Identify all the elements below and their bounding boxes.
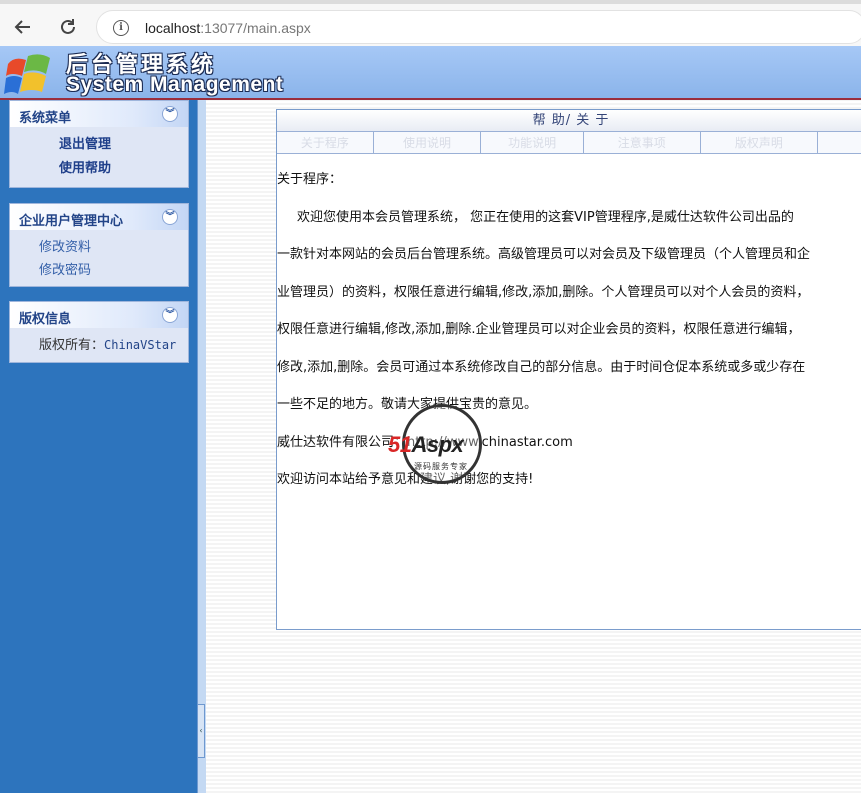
paragraph-line: 修改,添加,删除。会员可通过本系统修改自己的部分信息。由于时间仓促本系统或多或少…: [277, 359, 806, 375]
reload-icon[interactable]: [55, 14, 81, 40]
tab-extra[interactable]: [818, 132, 861, 154]
thanks-line: 欢迎访问本站给予意见和建议,谢谢您的支持!: [277, 472, 534, 487]
box-title: 帮 助/ 关 于: [277, 110, 861, 132]
app-header: 后台管理系统 System Management: [0, 46, 861, 100]
main-content: 帮 助/ 关 于 关于程序 使用说明 功能说明 注意事项 版权声明 关于程序： …: [206, 100, 861, 793]
panel-header[interactable]: 企业用户管理中心 ︾: [10, 204, 188, 230]
windows-logo-icon: [2, 46, 62, 100]
collapse-chevron-icon[interactable]: ︾: [162, 209, 178, 225]
app-title-en: System Management: [66, 73, 284, 96]
frame-divider: [197, 100, 206, 793]
tab-usage[interactable]: 使用说明: [374, 132, 482, 154]
watermark-stamp: 51Aspx 源码服务专家: [388, 404, 496, 492]
url-text[interactable]: localhost:13077/main.aspx: [145, 20, 311, 36]
paragraph-line: 权限任意进行编辑,修改,添加,删除.企业管理员可以对企业会员的资料，权限任意进行…: [277, 322, 801, 337]
tab-features[interactable]: 功能说明: [481, 132, 584, 154]
address-bar[interactable]: i localhost:13077/main.aspx: [96, 10, 861, 44]
tab-about[interactable]: 关于程序: [277, 132, 374, 154]
collapse-chevron-icon[interactable]: ︾: [162, 106, 178, 122]
help-about-box: 帮 助/ 关 于 关于程序 使用说明 功能说明 注意事项 版权声明 关于程序： …: [276, 109, 861, 630]
panel-enterprise-user: 企业用户管理中心 ︾ 修改资料 修改密码: [9, 203, 189, 287]
panel-title: 企业用户管理中心: [19, 214, 124, 229]
collapse-chevron-icon[interactable]: ︾: [162, 307, 178, 323]
paragraph-line: 一些不足的地方。敬请大家提供宝贵的意见。: [277, 397, 538, 412]
watermark-brand: 51Aspx: [388, 432, 464, 457]
sidebar-item-logout[interactable]: 退出管理: [10, 133, 188, 157]
watermark-subtitle: 源码服务专家: [414, 462, 468, 471]
about-article: 关于程序： 欢迎您使用本会员管理系统， 您正在使用的这套VIP管理程序,是威仕达…: [277, 170, 861, 508]
sidebar-item-edit-profile[interactable]: 修改资料: [10, 236, 188, 259]
panel-header[interactable]: 版权信息 ︾: [10, 302, 188, 328]
copyright-line: 版权所有：ChinaVStar: [39, 338, 177, 353]
panel-header[interactable]: 系统菜单 ︾: [10, 101, 188, 127]
tab-bar: 关于程序 使用说明 功能说明 注意事项 版权声明: [277, 132, 861, 154]
sidebar-toggle-handle[interactable]: ‹: [197, 704, 205, 758]
tab-notes[interactable]: 注意事项: [584, 132, 701, 154]
paragraph-line: 业管理员）的资料，权限任意进行编辑,修改,添加,删除。个人管理员可以对个人会员的…: [277, 284, 810, 300]
company-link-line[interactable]: 威仕达软件有限公司：http://www.chinastar.com: [277, 433, 861, 471]
browser-toolbar: i localhost:13077/main.aspx: [0, 0, 861, 46]
panel-title: 系统菜单: [19, 111, 72, 126]
paragraph-line: 欢迎您使用本会员管理系统， 您正在使用的这套VIP管理程序,是威仕达软件公司出品…: [297, 209, 794, 225]
sidebar-item-change-password[interactable]: 修改密码: [10, 259, 188, 282]
back-arrow-icon[interactable]: [10, 14, 36, 40]
panel-title: 版权信息: [19, 312, 72, 327]
info-icon[interactable]: i: [113, 20, 129, 36]
panel-copyright: 版权信息 ︾ 版权所有：ChinaVStar: [9, 301, 189, 363]
sidebar-item-help[interactable]: 使用帮助: [10, 157, 188, 181]
panel-system-menu: 系统菜单 ︾ 退出管理 使用帮助: [9, 100, 189, 188]
paragraph-line: 一款针对本网站的会员后台管理系统。高级管理员可以对会员及下级管理员（个人管理员和…: [277, 247, 811, 262]
sidebar: 系统菜单 ︾ 退出管理 使用帮助 企业用户管理中心 ︾ 修改资料 修改密码 版权…: [0, 100, 197, 793]
about-heading: 关于程序：: [277, 172, 343, 187]
tab-copyright[interactable]: 版权声明: [701, 132, 819, 154]
